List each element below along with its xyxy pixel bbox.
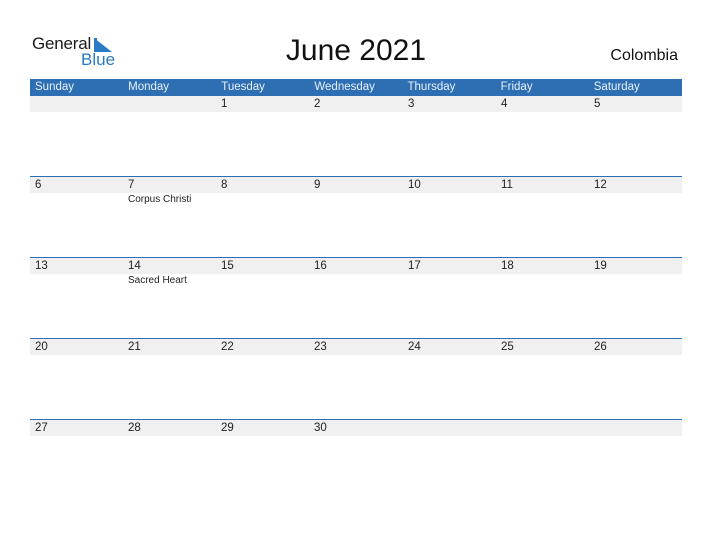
day-cell: 21 bbox=[123, 339, 216, 420]
day-cell: 13 bbox=[30, 258, 123, 339]
day-number: 8 bbox=[221, 179, 228, 191]
day-cell: 10 bbox=[403, 177, 496, 258]
day-number: 16 bbox=[314, 260, 327, 272]
day-number: 26 bbox=[594, 341, 607, 353]
weekday-sunday: Sunday bbox=[35, 81, 75, 93]
day-number: 19 bbox=[594, 260, 607, 272]
day-number: 1 bbox=[221, 98, 228, 110]
day-number: 17 bbox=[408, 260, 421, 272]
day-cell: 12 bbox=[589, 177, 682, 258]
day-cell: 16 bbox=[309, 258, 402, 339]
day-cell bbox=[403, 420, 496, 501]
day-number: 25 bbox=[501, 341, 514, 353]
day-cell: 27 bbox=[30, 420, 123, 501]
day-number: 28 bbox=[128, 422, 141, 434]
day-cell: 15 bbox=[216, 258, 309, 339]
day-cell bbox=[589, 420, 682, 501]
day-number: 6 bbox=[35, 179, 42, 191]
day-number: 22 bbox=[221, 341, 234, 353]
day-number: 29 bbox=[221, 422, 234, 434]
day-cell: 9 bbox=[309, 177, 402, 258]
day-cell: 6 bbox=[30, 177, 123, 258]
weekday-monday: Monday bbox=[128, 81, 170, 93]
day-cell: 2 bbox=[309, 96, 402, 177]
weekday-friday: Friday bbox=[500, 81, 533, 93]
holiday-label: Sacred Heart bbox=[128, 275, 187, 286]
day-number: 7 bbox=[128, 179, 135, 191]
day-cell: 5 bbox=[589, 96, 682, 177]
holiday-label: Corpus Christi bbox=[128, 194, 192, 205]
day-number: 27 bbox=[35, 422, 48, 434]
day-number: 14 bbox=[128, 260, 141, 272]
day-cell: 24 bbox=[403, 339, 496, 420]
calendar-title: June 2021 bbox=[285, 34, 427, 67]
weekday-wednesday: Wednesday bbox=[314, 81, 375, 93]
day-number: 24 bbox=[408, 341, 421, 353]
day-number: 21 bbox=[128, 341, 141, 353]
day-cell: 1 bbox=[216, 96, 309, 177]
country-label: Colombia bbox=[610, 47, 678, 64]
week-row: 6 7 Corpus Christi 8 9 10 11 12 bbox=[30, 176, 682, 258]
week-row: 20 21 22 23 24 25 26 bbox=[30, 338, 682, 420]
week-row: 1 2 3 4 5 bbox=[30, 96, 682, 177]
day-cell: 29 bbox=[216, 420, 309, 501]
day-number: 15 bbox=[221, 260, 234, 272]
day-cell: 20 bbox=[30, 339, 123, 420]
day-cell bbox=[496, 420, 589, 501]
day-cell bbox=[30, 96, 123, 177]
day-cell: 26 bbox=[589, 339, 682, 420]
week-row: 27 28 29 30 bbox=[30, 419, 682, 501]
day-cell: 22 bbox=[216, 339, 309, 420]
day-number: 20 bbox=[35, 341, 48, 353]
weekday-thursday: Thursday bbox=[407, 81, 456, 93]
day-cell: 4 bbox=[496, 96, 589, 177]
day-number: 30 bbox=[314, 422, 327, 434]
day-cell: 3 bbox=[403, 96, 496, 177]
day-cell: 11 bbox=[496, 177, 589, 258]
day-number: 18 bbox=[501, 260, 514, 272]
day-number: 3 bbox=[408, 98, 415, 110]
day-cell: 23 bbox=[309, 339, 402, 420]
day-number: 2 bbox=[314, 98, 321, 110]
weekday-tuesday: Tuesday bbox=[221, 81, 265, 93]
day-cell: 19 bbox=[589, 258, 682, 339]
day-number: 11 bbox=[501, 179, 513, 191]
day-cell: 18 bbox=[496, 258, 589, 339]
day-number: 23 bbox=[314, 341, 327, 353]
day-cell: 17 bbox=[403, 258, 496, 339]
day-number: 5 bbox=[594, 98, 601, 110]
day-number: 9 bbox=[314, 179, 321, 191]
weekday-header: Sunday Monday Tuesday Wednesday Thursday… bbox=[30, 79, 682, 96]
day-number: 13 bbox=[35, 260, 48, 272]
weekday-saturday: Saturday bbox=[593, 81, 640, 93]
day-number: 10 bbox=[408, 179, 421, 191]
day-cell bbox=[123, 96, 216, 177]
day-cell: 7 Corpus Christi bbox=[123, 177, 216, 258]
day-cell: 14 Sacred Heart bbox=[123, 258, 216, 339]
day-cell: 30 bbox=[309, 420, 402, 501]
day-cell: 25 bbox=[496, 339, 589, 420]
week-row: 13 14 Sacred Heart 15 16 17 18 19 bbox=[30, 257, 682, 339]
day-number: 4 bbox=[501, 98, 508, 110]
day-cell: 28 bbox=[123, 420, 216, 501]
day-number: 12 bbox=[594, 179, 607, 191]
day-cell: 8 bbox=[216, 177, 309, 258]
